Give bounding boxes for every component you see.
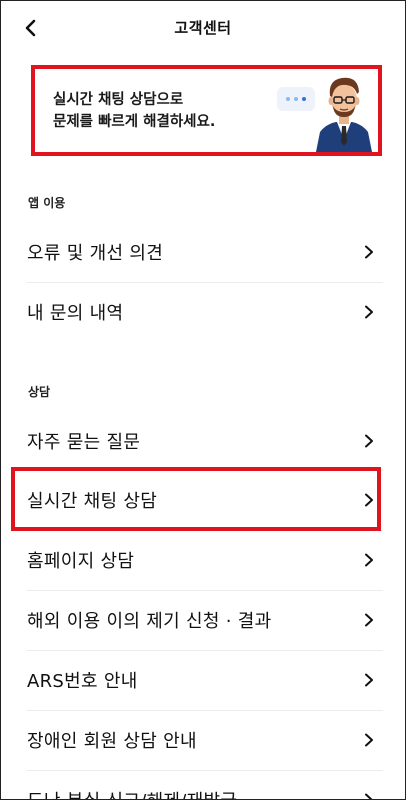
menu-item-disabled-member[interactable]: 장애인 회원 상담 안내	[27, 710, 383, 770]
section-label-consultation: 상담	[28, 385, 51, 399]
menu-item-label: 해외 이용 이의 제기 신청 · 결과	[27, 611, 272, 632]
banner-line-1: 실시간 채팅 상담으로	[53, 92, 184, 108]
menu-item-label: 홈페이지 상담	[27, 551, 135, 572]
live-chat-banner[interactable]: 실시간 채팅 상담으로 문제를 빠르게 해결하세요.	[31, 65, 382, 156]
chevron-right-icon	[365, 613, 373, 627]
menu-item-faq[interactable]: 자주 묻는 질문	[27, 411, 383, 471]
top-bar: 고객센터	[1, 1, 405, 55]
banner-text: 실시간 채팅 상담으로 문제를 빠르게 해결하세요.	[53, 89, 215, 133]
menu-item-label: 자주 묻는 질문	[27, 432, 141, 453]
chevron-right-icon	[365, 673, 373, 687]
menu-item-overseas-dispute[interactable]: 해외 이용 이의 제기 신청 · 결과	[27, 590, 383, 650]
support-agent-avatar	[316, 77, 372, 152]
chat-bubble-icon	[277, 87, 315, 111]
chevron-right-icon	[365, 733, 373, 747]
app-screen: 고객센터 실시간 채팅 상담으로 문제를 빠르게 해결하세요. 앱 이용 오류 …	[0, 0, 406, 800]
chevron-right-icon	[365, 434, 373, 448]
menu-item-label: 오류 및 개선 의견	[27, 243, 164, 264]
menu-item-my-inquiries[interactable]: 내 문의 내역	[27, 282, 383, 342]
chevron-right-icon	[365, 793, 373, 799]
menu-item-label: 장애인 회원 상담 안내	[27, 731, 197, 752]
menu-item-label: 실시간 채팅 상담	[27, 491, 158, 512]
chevron-right-icon	[365, 245, 373, 259]
menu-item-lost-stolen[interactable]: 도난·분실 신고/해제/재발급	[27, 770, 383, 799]
menu-item-label: 내 문의 내역	[27, 303, 124, 324]
menu-item-label: 도난·분실 신고/해제/재발급	[27, 787, 237, 799]
page-title: 고객센터	[174, 19, 232, 37]
chevron-right-icon	[365, 553, 373, 567]
menu-item-ars-number[interactable]: ARS번호 안내	[27, 650, 383, 710]
chevron-right-icon	[365, 305, 373, 319]
section-label-app-usage: 앱 이용	[28, 196, 66, 210]
menu-item-homepage-consult[interactable]: 홈페이지 상담	[27, 530, 383, 590]
banner-line-2: 문제를 빠르게 해결하세요.	[53, 114, 216, 130]
menu-item-error-feedback[interactable]: 오류 및 개선 의견	[27, 222, 383, 282]
menu-item-label: ARS번호 안내	[27, 671, 138, 692]
chevron-right-icon	[365, 493, 373, 507]
menu-item-live-chat[interactable]: 실시간 채팅 상담	[27, 470, 383, 530]
